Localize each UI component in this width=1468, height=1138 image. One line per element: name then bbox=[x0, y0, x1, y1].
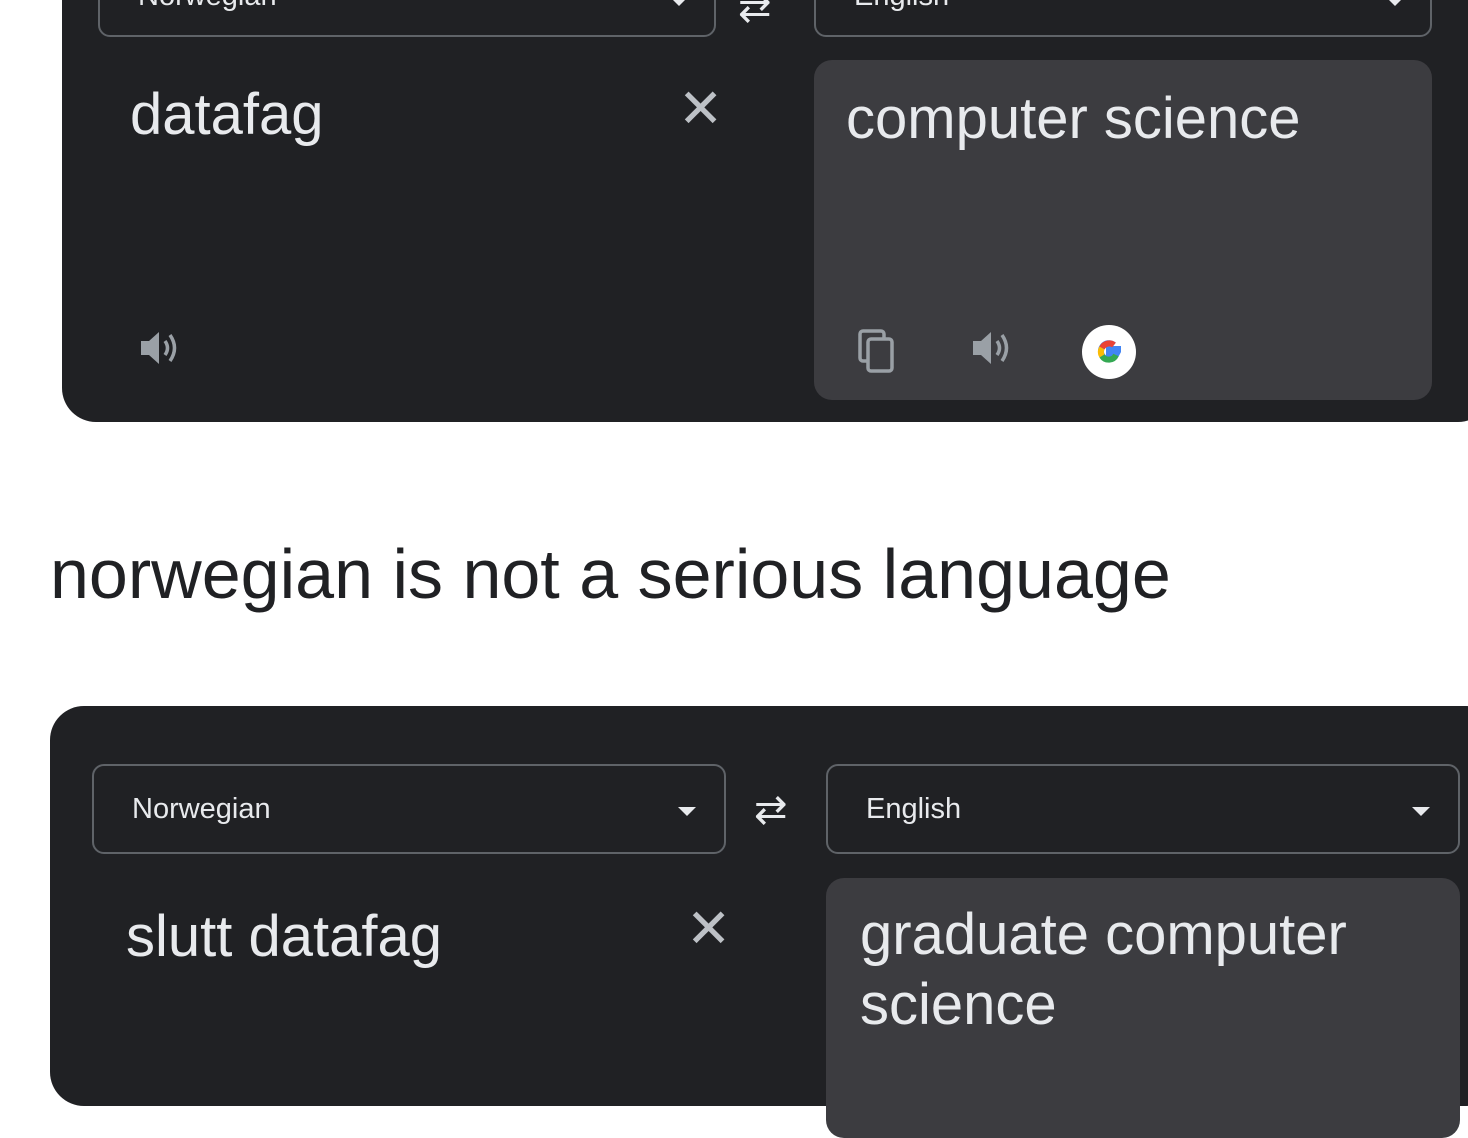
source-language-select[interactable]: Norwegian bbox=[98, 0, 716, 37]
translation-output: computer science bbox=[814, 60, 1432, 400]
speaker-icon[interactable] bbox=[138, 328, 184, 368]
translation-output: graduate computer science bbox=[826, 878, 1460, 1138]
chevron-down-icon bbox=[1412, 807, 1430, 816]
target-language-select[interactable]: English bbox=[826, 764, 1460, 854]
clear-icon[interactable]: ✕ bbox=[678, 82, 723, 136]
source-language-select[interactable]: Norwegian bbox=[92, 764, 726, 854]
translated-text: computer science bbox=[846, 86, 1301, 151]
chevron-down-icon bbox=[1386, 0, 1404, 6]
source-text-input[interactable]: slutt datafag bbox=[126, 904, 442, 971]
copy-icon[interactable] bbox=[856, 328, 898, 376]
clear-icon[interactable]: ✕ bbox=[686, 902, 731, 956]
translated-text: graduate computer science bbox=[860, 902, 1347, 1037]
target-language-label: English bbox=[866, 793, 962, 825]
source-language-label: Norwegian bbox=[132, 793, 271, 825]
source-language-label: Norwegian bbox=[138, 0, 277, 11]
target-language-label: English bbox=[854, 0, 949, 11]
speaker-icon[interactable] bbox=[970, 328, 1016, 368]
swap-icon[interactable]: ⇄ bbox=[738, 0, 772, 28]
translate-panel-bottom: Norwegian ⇄ English slutt datafag ✕ grad… bbox=[50, 706, 1468, 1138]
translate-panel-top: Norwegian ⇄ English datafag ✕ computer s… bbox=[62, 0, 1468, 422]
source-text-input[interactable]: datafag bbox=[130, 82, 324, 149]
caption-text: norwegian is not a serious language bbox=[50, 535, 1171, 613]
swap-icon[interactable]: ⇄ bbox=[754, 790, 788, 830]
chevron-down-icon bbox=[678, 807, 696, 816]
chevron-down-icon bbox=[670, 0, 688, 6]
google-icon[interactable] bbox=[1081, 324, 1137, 380]
target-language-select[interactable]: English bbox=[814, 0, 1432, 37]
